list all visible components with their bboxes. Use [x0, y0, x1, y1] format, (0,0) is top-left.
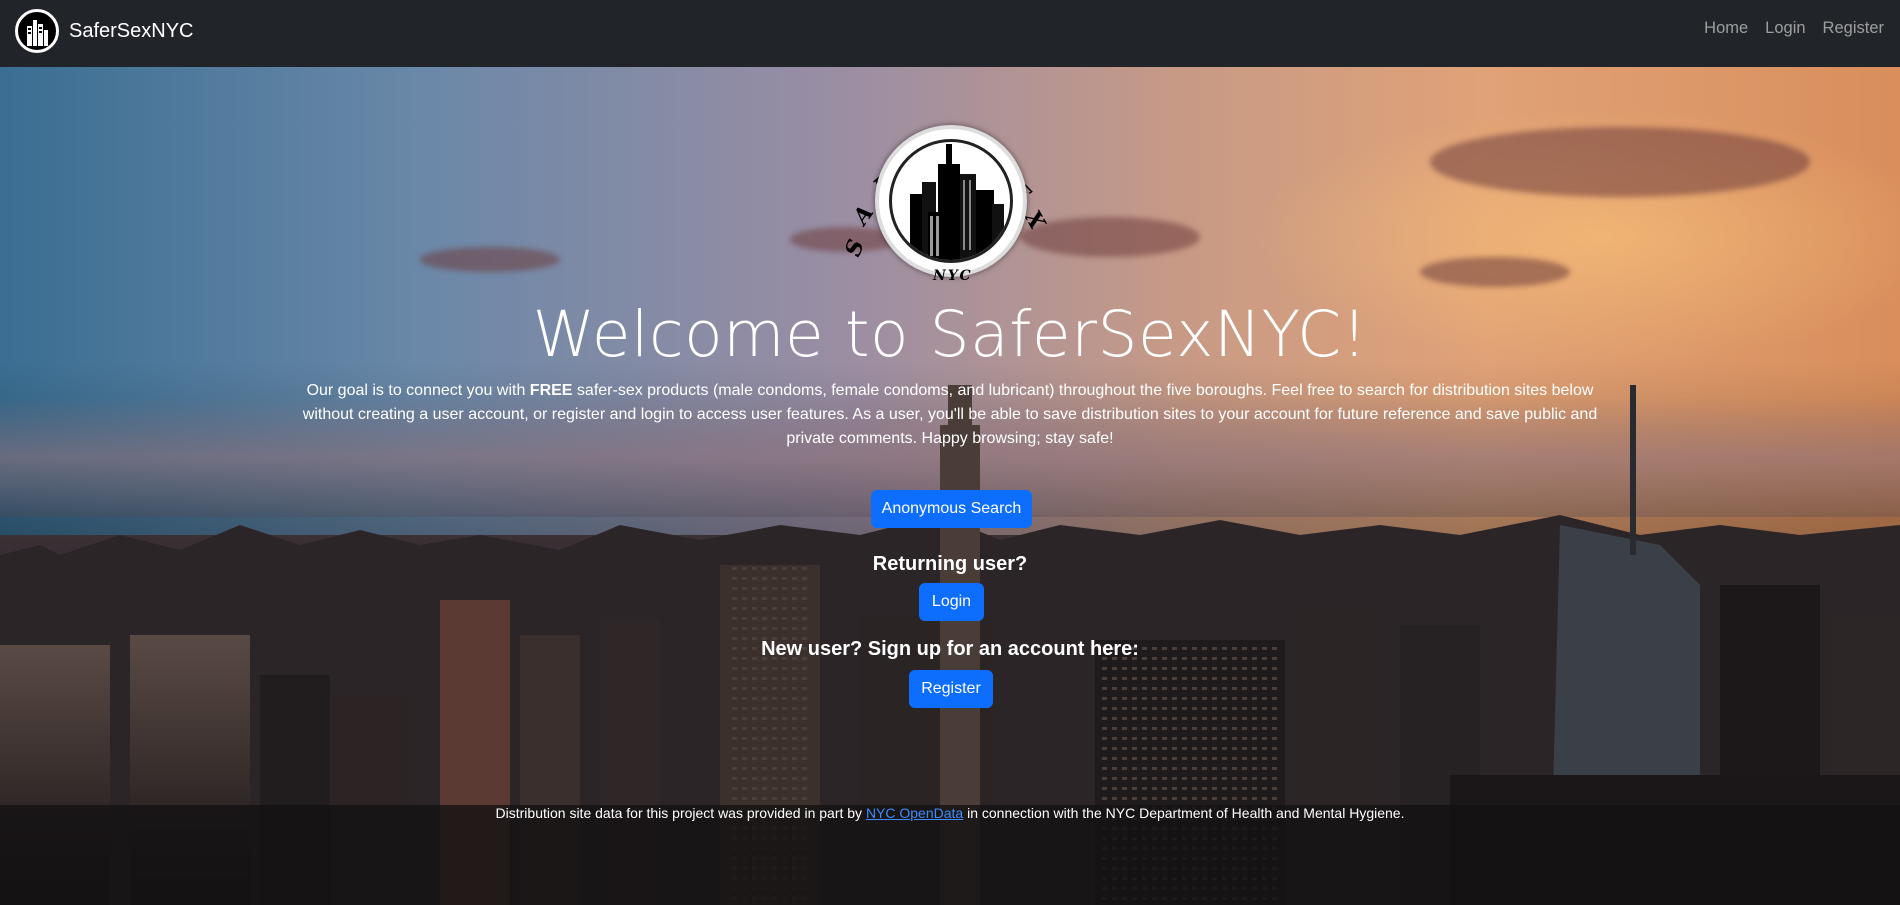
attribution-text-end: in connection with the NYC Department of… — [963, 805, 1405, 821]
attribution-text-start: Distribution site data for this project … — [495, 805, 866, 821]
hero-section: S A F E R S E X — [0, 67, 1900, 905]
safersex-nyc-logo: S A F E R S E X — [835, 87, 1065, 287]
brand-logo-icon — [15, 9, 59, 53]
register-button[interactable]: Register — [909, 670, 993, 708]
intro-text-start: Our goal is to connect you with — [306, 382, 530, 399]
logo-inner — [889, 139, 1013, 263]
data-attribution-note: Distribution site data for this project … — [0, 805, 1900, 821]
intro-bold-free: FREE — [529, 382, 573, 399]
navbar: SaferSexNYC Home Login Register — [0, 0, 1900, 67]
new-user-heading: New user? Sign up for an account here: — [761, 638, 1139, 660]
background-cloud — [1430, 127, 1810, 197]
login-button[interactable]: Login — [919, 583, 984, 621]
logo-circle — [875, 125, 1027, 277]
logo-skyline-icon — [910, 144, 1004, 260]
brand-link[interactable]: SaferSexNYC — [15, 9, 194, 53]
logo-nyc-text: NYC — [933, 268, 973, 284]
page-title: Welcome to SaferSexNYC! — [532, 298, 1368, 371]
nav-home-link[interactable]: Home — [1704, 19, 1748, 38]
logo-letter: S — [840, 236, 870, 260]
intro-paragraph: Our goal is to connect you with FREE saf… — [300, 379, 1600, 451]
returning-user-heading: Returning user? — [872, 553, 1028, 575]
nav-links: Home Login Register — [1687, 19, 1884, 38]
nav-login-link[interactable]: Login — [1765, 19, 1805, 38]
anonymous-search-button[interactable]: Anonymous Search — [871, 490, 1032, 528]
nav-register-link[interactable]: Register — [1823, 19, 1884, 38]
background-cloud — [1420, 257, 1570, 287]
nyc-opendata-link[interactable]: NYC OpenData — [866, 805, 963, 821]
brand-name: SaferSexNYC — [69, 19, 194, 42]
background-cloud — [420, 247, 560, 272]
